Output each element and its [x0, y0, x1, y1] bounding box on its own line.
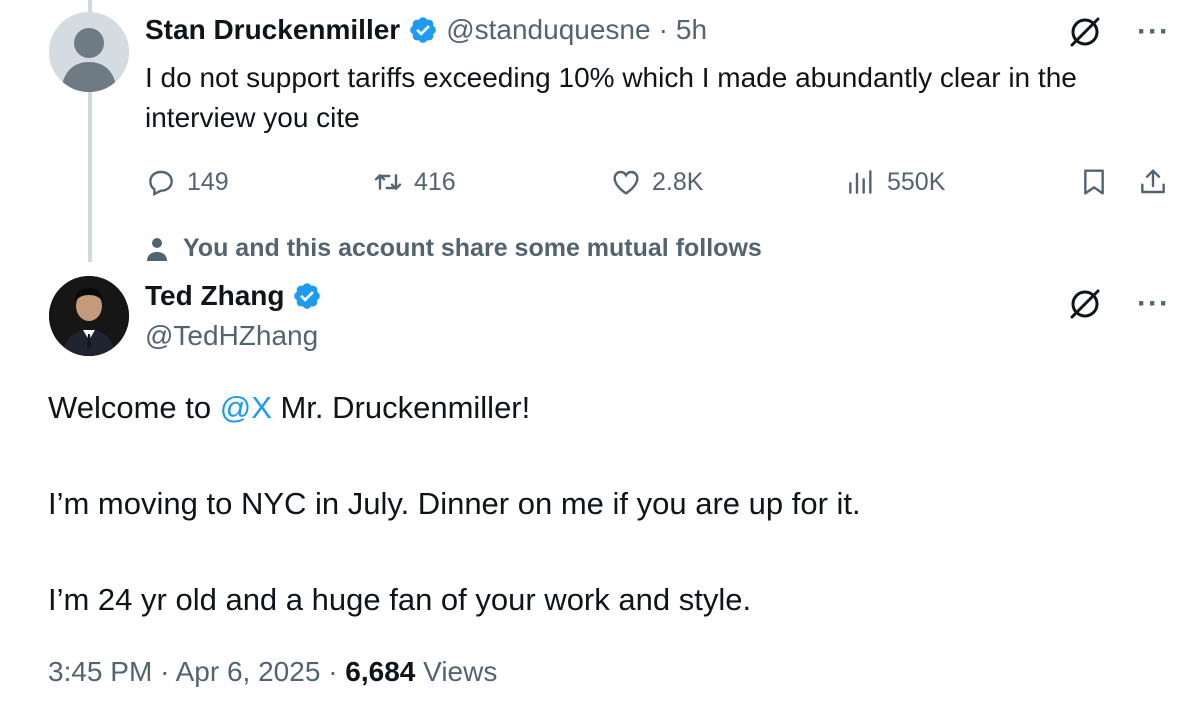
reply-icon — [149, 170, 173, 196]
repost-icon — [374, 174, 402, 190]
main-author-name[interactable]: Ted Zhang — [145, 280, 284, 312]
views-button[interactable]: 550K — [845, 162, 945, 202]
like-count: 2.8K — [652, 167, 704, 196]
grok-icon[interactable] — [1067, 14, 1103, 50]
separator-dot: · — [658, 14, 668, 45]
avatar-default[interactable] — [49, 12, 129, 92]
verified-icon — [410, 17, 437, 43]
text-segment: Welcome to — [48, 390, 220, 425]
reply-author-row: Stan Druckenmiller @standuquesne · 5h — [145, 14, 707, 46]
separator-dot: · — [160, 656, 170, 687]
person-icon — [147, 237, 167, 261]
views-total: 6,684 — [345, 656, 416, 687]
paragraph-2: I’m moving to NYC in July. Dinner on me … — [48, 486, 861, 521]
default-avatar-icon — [49, 12, 129, 92]
main-tweet-text: Welcome to @X Mr. Druckenmiller! I’m mov… — [48, 386, 1168, 674]
more-icon[interactable]: ··· — [1137, 289, 1170, 319]
views-icon — [849, 170, 872, 194]
repost-count: 416 — [414, 167, 456, 196]
reply-text: I do not support tariffs exceeding 10% w… — [145, 62, 1077, 133]
views-label: Views — [423, 656, 498, 687]
main-top-actions: ··· — [1067, 286, 1170, 322]
bookmark-icon — [1084, 169, 1104, 195]
paragraph-1: Welcome to @X Mr. Druckenmiller! — [48, 386, 1168, 430]
repost-button[interactable]: 416 — [372, 162, 456, 202]
mention-link[interactable]: @X — [220, 390, 272, 425]
reply-button[interactable]: 149 — [145, 162, 229, 202]
views-count: 550K — [887, 167, 946, 196]
profile-photo — [49, 276, 129, 356]
tweet-metadata: 3:45 PM · Apr 6, 2025 · 6,684 Views — [48, 656, 497, 688]
grok-icon[interactable] — [1067, 286, 1103, 322]
like-button[interactable]: 2.8K — [610, 162, 703, 202]
text-segment: Mr. Druckenmiller! — [271, 390, 531, 425]
main-author-row: Ted Zhang — [145, 280, 322, 312]
reply-top-actions: ··· — [1067, 14, 1170, 50]
share-icon — [1141, 169, 1165, 194]
paragraph-3: I’m 24 yr old and a huge fan of your wor… — [48, 582, 752, 617]
avatar-ted-zhang[interactable] — [49, 276, 129, 356]
reply-author-handle[interactable]: @standuquesne — [446, 14, 650, 46]
tweet-time[interactable]: 3:45 PM — [48, 656, 152, 687]
share-button[interactable] — [1137, 162, 1169, 202]
mutual-follows-text: You and this account share some mutual f… — [183, 234, 762, 262]
verified-icon — [294, 283, 321, 309]
bookmark-button[interactable] — [1078, 162, 1110, 202]
more-icon[interactable]: ··· — [1137, 17, 1170, 47]
separator-dot: · — [328, 656, 338, 687]
reply-author-name[interactable]: Stan Druckenmiller — [145, 14, 400, 46]
main-author-handle[interactable]: @TedHZhang — [145, 320, 318, 352]
like-icon — [613, 170, 639, 195]
tweet-date[interactable]: Apr 6, 2025 — [176, 656, 321, 687]
reply-count: 149 — [187, 167, 229, 196]
reply-timestamp[interactable]: 5h — [676, 14, 707, 46]
mutual-follows-notice: You and this account share some mutual f… — [145, 234, 762, 263]
